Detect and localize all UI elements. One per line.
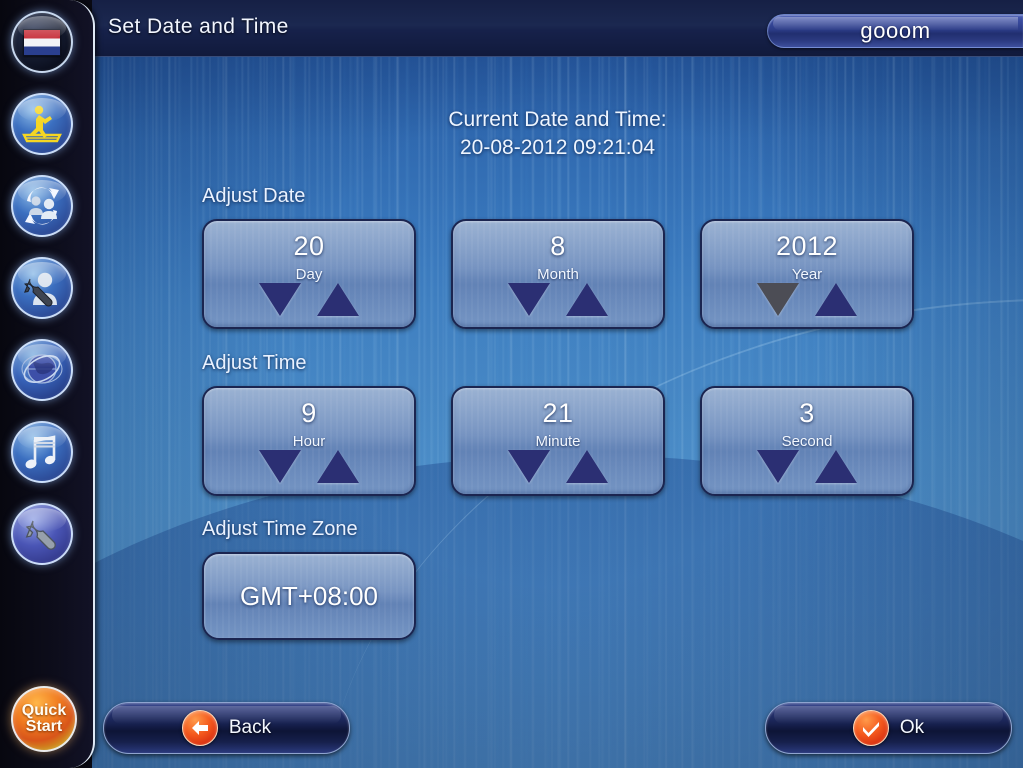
sidebar: Quick Start: [0, 0, 95, 768]
adjust-date-label: Adjust Date: [202, 185, 306, 207]
main-content: Current Date and Time: 20-08-2012 09:21:…: [92, 57, 1023, 768]
spinner-minute-down-button[interactable]: [508, 450, 550, 486]
brand-label: gooom: [860, 18, 931, 43]
spinner-year: 2012 Year: [700, 219, 914, 329]
treadmill-icon: [22, 105, 62, 143]
sidebar-item-user-settings[interactable]: [11, 257, 73, 319]
ok-button-label: Ok: [899, 717, 925, 738]
sidebar-item-language-flag[interactable]: [11, 11, 73, 73]
spinner-minute-up-button[interactable]: [566, 450, 608, 486]
back-arrow-icon: [181, 710, 218, 746]
spinner-month-arrows: [453, 283, 663, 319]
spinner-day-arrows: [204, 283, 414, 319]
ok-button[interactable]: Ok: [765, 702, 1012, 754]
back-button-label: Back: [228, 717, 272, 738]
spinner-minute-arrows: [453, 450, 663, 486]
app-root: Set Date and Time gooom Quick Start Curr…: [0, 0, 1023, 768]
quick-start-line2: Start: [25, 718, 63, 735]
spinner-hour-arrows: [204, 450, 414, 486]
spinner-year-label: Year: [791, 266, 823, 283]
checkmark-icon: [852, 710, 889, 746]
sidebar-item-user-exchange[interactable]: [11, 175, 73, 237]
spinner-second-down-button[interactable]: [757, 450, 799, 486]
spinner-second: 3 Second: [700, 386, 914, 496]
spinner-hour-up-button[interactable]: [317, 450, 359, 486]
spinner-hour: 9 Hour: [202, 386, 416, 496]
spinner-second-up-button[interactable]: [815, 450, 857, 486]
quick-start-line1: Quick: [21, 701, 67, 719]
timezone-value: GMT+08:00: [239, 580, 378, 611]
adjust-timezone-label: Adjust Time Zone: [202, 518, 358, 540]
music-note-icon: [25, 435, 56, 469]
spinner-second-arrows: [702, 450, 912, 486]
sidebar-item-network[interactable]: [11, 339, 73, 401]
back-button[interactable]: Back: [103, 702, 350, 754]
user-exchange-icon: [25, 187, 59, 225]
spinner-month-value: 8: [550, 231, 566, 261]
wrench-icon: [25, 520, 56, 550]
spinner-hour-label: Hour: [292, 433, 326, 450]
current-datetime-block: Current Date and Time: 20-08-2012 09:21:…: [92, 106, 1023, 163]
current-datetime-value: 20-08-2012 09:21:04: [460, 136, 655, 160]
spinner-second-label: Second: [781, 433, 833, 450]
spinner-day-up-button[interactable]: [317, 283, 359, 319]
spinner-hour-value: 9: [301, 398, 317, 428]
spinner-month-down-button[interactable]: [508, 283, 550, 319]
header-bar: Set Date and Time gooom: [92, 0, 1023, 57]
timezone-selector[interactable]: GMT+08:00: [202, 552, 416, 640]
spinner-hour-down-button[interactable]: [259, 450, 301, 486]
current-datetime-label: Current Date and Time:: [448, 108, 667, 131]
sidebar-item-service[interactable]: [11, 503, 73, 565]
spinner-year-value: 2012: [775, 231, 839, 261]
spinner-month: 8 Month: [451, 219, 665, 329]
spinner-year-arrows: [702, 283, 912, 319]
globe-network-icon: [21, 354, 63, 384]
spinner-minute-value: 21: [542, 398, 574, 428]
spinner-year-down-button[interactable]: [757, 283, 799, 319]
spinner-year-up-button[interactable]: [815, 283, 857, 319]
spinner-day-down-button[interactable]: [259, 283, 301, 319]
spinner-day: 20 Day: [202, 219, 416, 329]
page-title: Set Date and Time: [108, 15, 289, 38]
brand-badge[interactable]: gooom: [767, 14, 1023, 48]
spinner-day-value: 20: [293, 231, 325, 261]
adjust-time-label: Adjust Time: [202, 352, 307, 374]
spinner-minute: 21 Minute: [451, 386, 665, 496]
spinner-month-up-button[interactable]: [566, 283, 608, 319]
dutch-flag-icon: [23, 28, 61, 56]
sidebar-item-workout[interactable]: [11, 93, 73, 155]
sidebar-item-music[interactable]: [11, 421, 73, 483]
quick-start-button[interactable]: Quick Start: [11, 686, 77, 752]
spinner-day-label: Day: [295, 266, 323, 283]
user-settings-icon: [24, 272, 57, 307]
spinner-minute-label: Minute: [535, 433, 581, 450]
spinner-month-label: Month: [537, 266, 579, 283]
spinner-second-value: 3: [799, 398, 815, 428]
